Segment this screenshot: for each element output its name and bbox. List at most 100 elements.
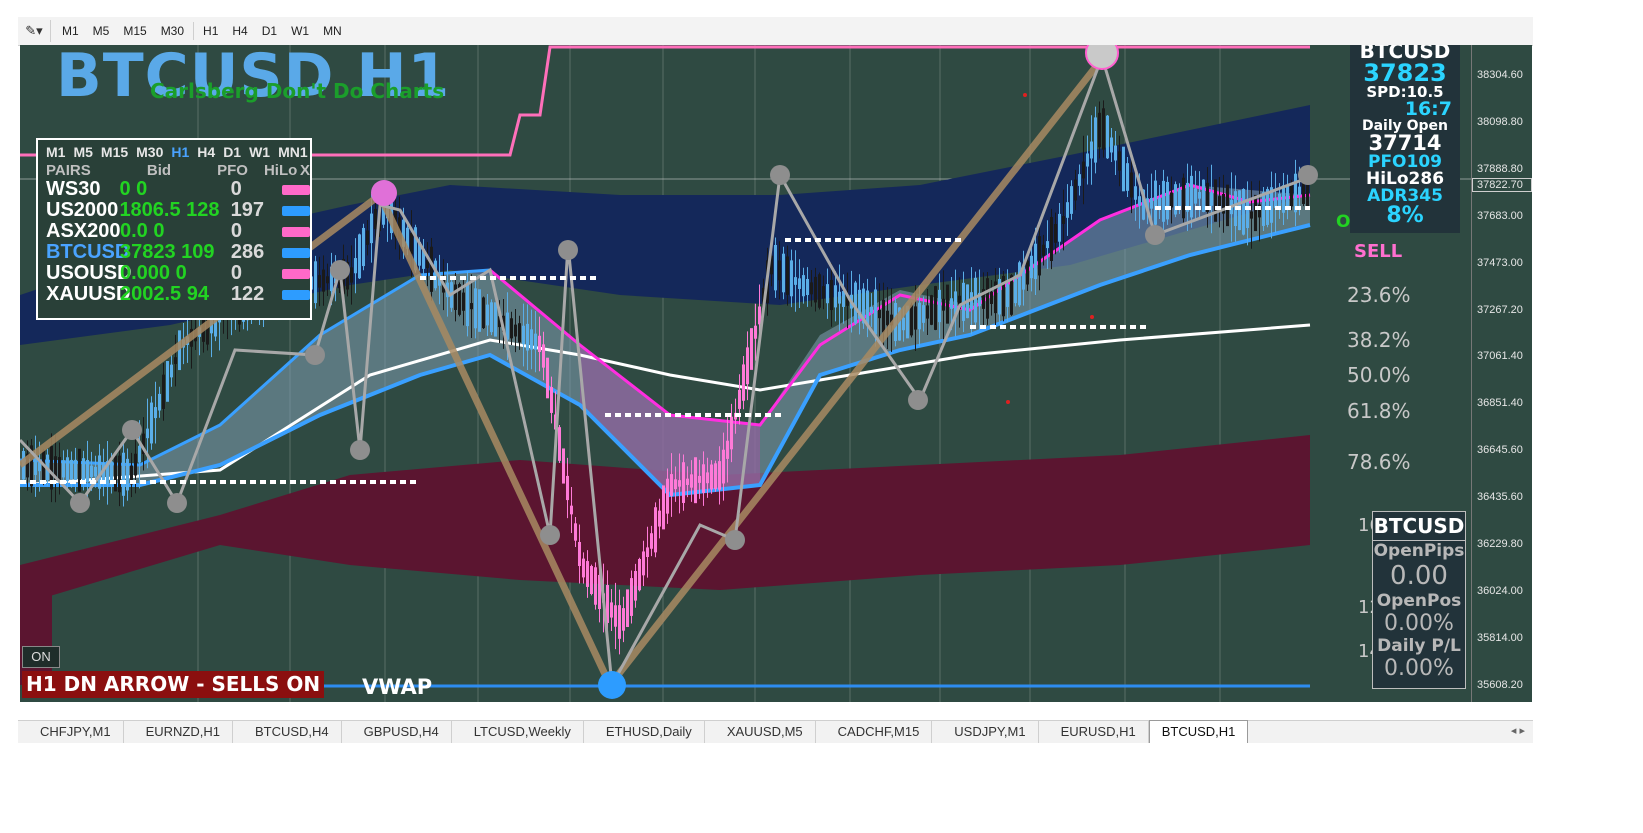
- candle-body: [934, 286, 937, 330]
- candle-body: [750, 328, 753, 370]
- candle-body: [1034, 243, 1037, 280]
- pairs-tf-d1[interactable]: D1: [223, 144, 241, 160]
- pairs-tf-mn1[interactable]: MN1: [278, 144, 308, 160]
- candle-body: [922, 305, 925, 323]
- candle-body: [742, 364, 745, 401]
- chart-tab[interactable]: CADCHF,M15: [816, 721, 933, 743]
- candle-body: [794, 277, 797, 285]
- candle-body: [1054, 224, 1057, 243]
- pair-bid: 1806.5 128: [119, 199, 220, 221]
- candle-body: [882, 299, 885, 333]
- candle-body: [1050, 216, 1053, 262]
- pair-row[interactable]: ASX200 0.0 0 0: [38, 220, 310, 242]
- pivot-dot: [167, 493, 187, 513]
- candle-body: [154, 407, 157, 419]
- price-chart[interactable]: BTCUSD H1 Carlsberg Don't Do Charts M1 M5…: [20, 45, 1532, 702]
- candle-body: [314, 261, 317, 304]
- candle-body: [166, 361, 169, 402]
- pair-row[interactable]: US2000 1806.5 128 197: [38, 199, 310, 221]
- tf-h1-button[interactable]: H1: [198, 22, 223, 40]
- pairs-tf-h1[interactable]: H1: [171, 144, 189, 160]
- chart-tab[interactable]: GBPUSD,H4: [342, 721, 452, 743]
- pair-row[interactable]: XAUUSD 2002.5 94 122: [38, 283, 310, 305]
- candle-body: [1178, 188, 1181, 209]
- price-label: 37061.40: [1477, 350, 1523, 363]
- pair-row[interactable]: BTCUSD 37823 109 286: [38, 241, 310, 263]
- price-label: 38098.80: [1477, 115, 1523, 128]
- candle-body: [1030, 255, 1033, 279]
- pair-row[interactable]: WS30 0 0 0: [38, 178, 310, 200]
- tf-h4-button[interactable]: H4: [227, 22, 252, 40]
- candle-body: [542, 344, 545, 368]
- chart-tab[interactable]: BTCUSD,H4: [233, 721, 342, 743]
- tab-scroll-arrows[interactable]: ◂ ▸: [1511, 724, 1525, 737]
- tf-mn-button[interactable]: MN: [318, 22, 347, 40]
- chart-tab[interactable]: EURUSD,H1: [1039, 721, 1149, 743]
- header-pairs: PAIRS: [46, 162, 91, 179]
- candle-body: [374, 208, 377, 230]
- candle-body: [682, 462, 685, 503]
- candle-body: [814, 276, 817, 303]
- candle-body: [1018, 262, 1021, 306]
- candle-body: [34, 457, 37, 475]
- candle-body: [486, 304, 489, 326]
- candle-body: [518, 323, 521, 343]
- candle-body: [910, 304, 913, 336]
- chart-tab[interactable]: XAUUSD,M5: [705, 721, 816, 743]
- tf-m15-button[interactable]: M15: [118, 22, 151, 40]
- candle-body: [318, 275, 321, 288]
- tf-m5-button[interactable]: M5: [88, 22, 115, 40]
- on-toggle-button[interactable]: ON: [22, 646, 60, 668]
- candle-body: [170, 364, 173, 378]
- signal-banner: H1 DN ARROW - SELLS ON: [22, 671, 325, 698]
- tf-w1-button[interactable]: W1: [286, 22, 314, 40]
- pairs-tf-m30[interactable]: M30: [136, 144, 163, 160]
- pairs-tf-m15[interactable]: M15: [101, 144, 128, 160]
- price-axis[interactable]: 37822.70 38304.60 38098.80 37888.80 37683.0…: [1471, 45, 1532, 702]
- tf-m1-button[interactable]: M1: [57, 22, 84, 40]
- pair-color-swatch: [282, 268, 310, 279]
- candle-body: [1282, 185, 1285, 213]
- chart-tab[interactable]: EURNZD,H1: [124, 721, 233, 743]
- price-label: 37473.00: [1477, 256, 1523, 269]
- candle-body: [714, 463, 717, 490]
- pairs-tf-m1[interactable]: M1: [46, 144, 65, 160]
- pairs-tf-h4[interactable]: H4: [197, 144, 215, 160]
- candle-body: [1014, 275, 1017, 304]
- candle-body: [558, 427, 561, 461]
- price-label: 36851.40: [1477, 397, 1523, 410]
- candle-body: [838, 291, 841, 304]
- chart-tab[interactable]: BTCUSD,H1: [1148, 720, 1249, 743]
- chart-tab[interactable]: USDJPY,M1: [932, 721, 1039, 743]
- sell-label: SELL: [1354, 241, 1403, 262]
- candle-body: [678, 480, 681, 487]
- pairs-tf-w1[interactable]: W1: [249, 144, 270, 160]
- candle-body: [530, 329, 533, 350]
- candle-body: [674, 479, 677, 490]
- pair-row[interactable]: USOUSD 0.000 0 0: [38, 262, 310, 284]
- tf-d1-button[interactable]: D1: [257, 22, 282, 40]
- candle-body: [570, 505, 573, 515]
- chart-tab[interactable]: ETHUSD,Daily: [584, 721, 705, 743]
- chart-tab[interactable]: CHFJPY,M1: [18, 721, 124, 743]
- candle-body: [594, 567, 597, 605]
- candle-body: [662, 485, 665, 530]
- candle-body: [990, 291, 993, 304]
- candle-body: [842, 291, 845, 307]
- pairs-tf-m5[interactable]: M5: [73, 144, 92, 160]
- cursor-tools-icon[interactable]: ✎▾: [18, 20, 51, 42]
- open-pos-value: 0.00%: [1384, 611, 1454, 636]
- candle-body: [1122, 146, 1125, 192]
- candle-body: [710, 464, 713, 490]
- pivot-dot: [1298, 165, 1318, 185]
- candle-body: [950, 298, 953, 309]
- candle-body: [1262, 192, 1265, 226]
- candle-body: [746, 347, 749, 385]
- candle-body: [698, 475, 701, 483]
- tf-m30-button[interactable]: M30: [156, 22, 189, 40]
- candle-body: [730, 416, 733, 450]
- candle-body: [722, 449, 725, 484]
- header-hilo: HiLo: [263, 162, 298, 179]
- candle-body: [526, 323, 529, 351]
- chart-tab[interactable]: LTCUSD,Weekly: [452, 721, 584, 743]
